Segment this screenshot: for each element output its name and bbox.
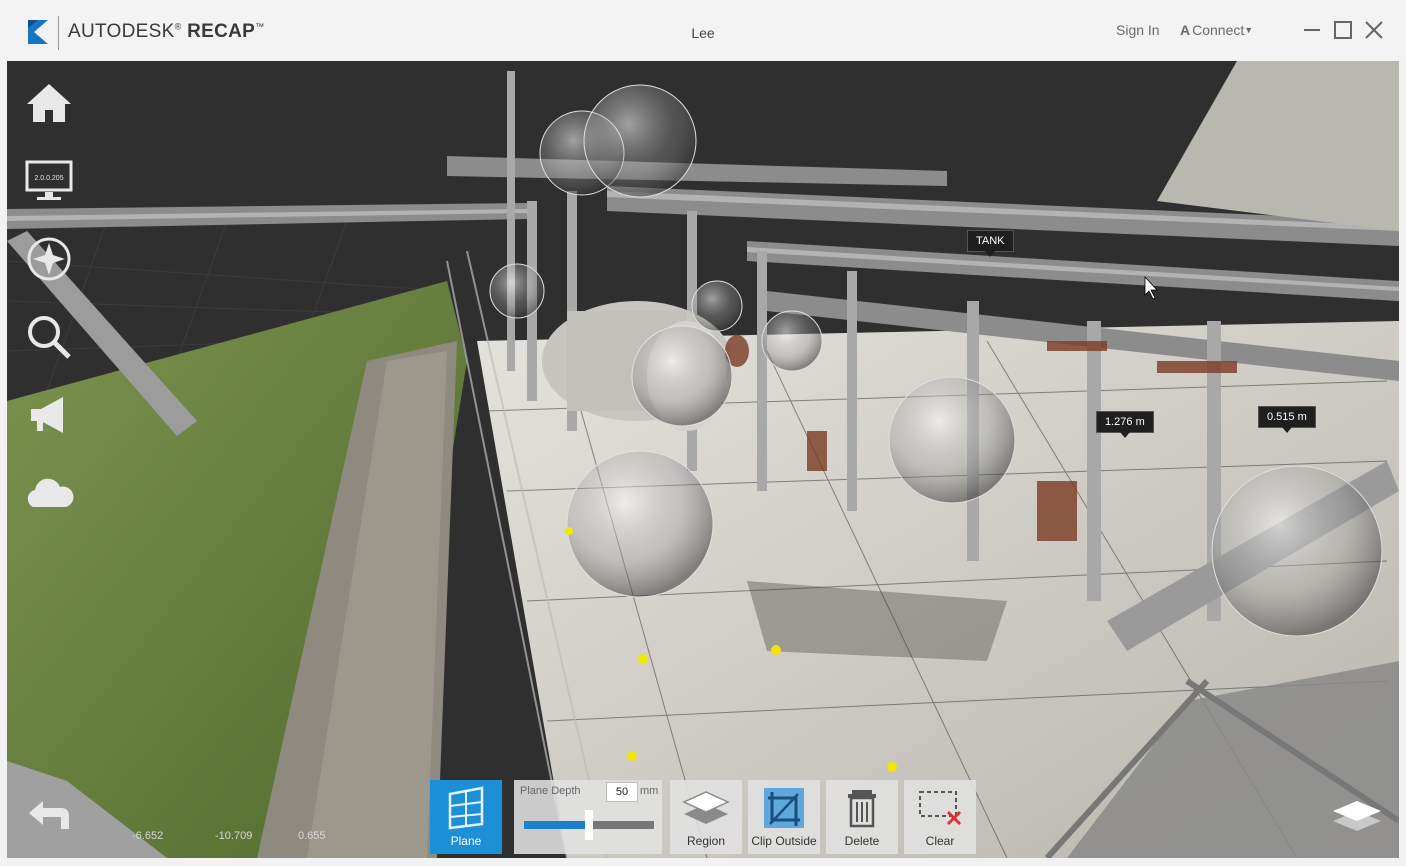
window-title: Lee bbox=[691, 25, 715, 41]
clip-outside-button[interactable]: Clip Outside bbox=[748, 780, 820, 854]
chevron-down-icon: ▼ bbox=[1244, 25, 1254, 35]
cloud-icon[interactable] bbox=[23, 469, 75, 521]
point-cloud-viewport[interactable]: TANK 1.276 m 0.515 m 2.0.0.205 -6.652 -1… bbox=[7, 61, 1399, 858]
coordinate-z: 0.655 bbox=[298, 830, 326, 842]
tank-label[interactable]: TANK bbox=[967, 230, 1014, 257]
brand-product: RECAP bbox=[187, 21, 256, 42]
recap-logo-icon bbox=[28, 20, 48, 44]
version-label: 2.0.0.205 bbox=[34, 175, 63, 182]
megaphone-icon[interactable] bbox=[23, 389, 75, 441]
plane-button[interactable]: Plane bbox=[430, 780, 502, 854]
display-settings-icon[interactable]: 2.0.0.205 bbox=[23, 154, 75, 206]
title-bar: AUTODESK® RECAP™ Lee Sign In A Connect▼ bbox=[0, 0, 1406, 60]
window-bottom-border bbox=[0, 858, 1406, 866]
region-button[interactable]: Region bbox=[670, 780, 742, 854]
close-button[interactable] bbox=[1362, 18, 1386, 42]
coordinate-x: -6.652 bbox=[132, 830, 164, 842]
navigation-compass-icon[interactable] bbox=[23, 233, 75, 285]
clear-selection-icon bbox=[919, 791, 962, 826]
clear-button[interactable]: Clear bbox=[904, 780, 976, 854]
plane-label: Plane bbox=[450, 834, 482, 848]
connect-menu[interactable]: A Connect▼ bbox=[1180, 22, 1253, 38]
connect-label: Connect bbox=[1192, 22, 1245, 38]
minimize-button[interactable] bbox=[1300, 18, 1324, 42]
plane-depth-slider-thumb[interactable] bbox=[585, 810, 593, 840]
trash-icon bbox=[848, 790, 876, 828]
point-cloud-scene bbox=[7, 61, 1399, 858]
plane-depth-control: Plane Depth mm bbox=[514, 780, 662, 854]
delete-button[interactable]: Delete bbox=[826, 780, 898, 854]
delete-label: Delete bbox=[844, 834, 880, 848]
home-icon[interactable] bbox=[23, 78, 75, 130]
plane-depth-slider[interactable] bbox=[524, 810, 654, 840]
maximize-button[interactable] bbox=[1331, 18, 1355, 42]
plane-depth-label: Plane Depth bbox=[520, 785, 581, 797]
clear-label: Clear bbox=[925, 834, 955, 848]
layers-icon[interactable] bbox=[1329, 793, 1385, 839]
autodesk-a-icon: A bbox=[1180, 22, 1191, 38]
sign-in-link[interactable]: Sign In bbox=[1116, 22, 1160, 38]
window-grid-icon bbox=[448, 786, 484, 830]
brand-tm: ™ bbox=[255, 21, 265, 32]
search-icon[interactable] bbox=[23, 311, 75, 363]
plane-depth-input[interactable] bbox=[606, 782, 638, 802]
measurement-label[interactable]: 0.515 m bbox=[1258, 406, 1316, 433]
crop-icon bbox=[764, 788, 804, 828]
measurement-label[interactable]: 1.276 m bbox=[1096, 411, 1154, 438]
clip-outside-label: Clip Outside bbox=[751, 834, 817, 848]
app-brand: AUTODESK® RECAP™ bbox=[68, 21, 265, 42]
region-label: Region bbox=[686, 834, 726, 848]
coordinate-y: -10.709 bbox=[215, 830, 253, 842]
logo-separator bbox=[58, 16, 59, 50]
undo-arrow-icon[interactable] bbox=[21, 793, 73, 839]
plane-depth-slider-fill bbox=[524, 821, 589, 829]
brand-main: AUTODESK bbox=[68, 21, 175, 42]
plane-depth-unit: mm bbox=[640, 785, 659, 797]
region-layers-icon bbox=[682, 791, 730, 824]
